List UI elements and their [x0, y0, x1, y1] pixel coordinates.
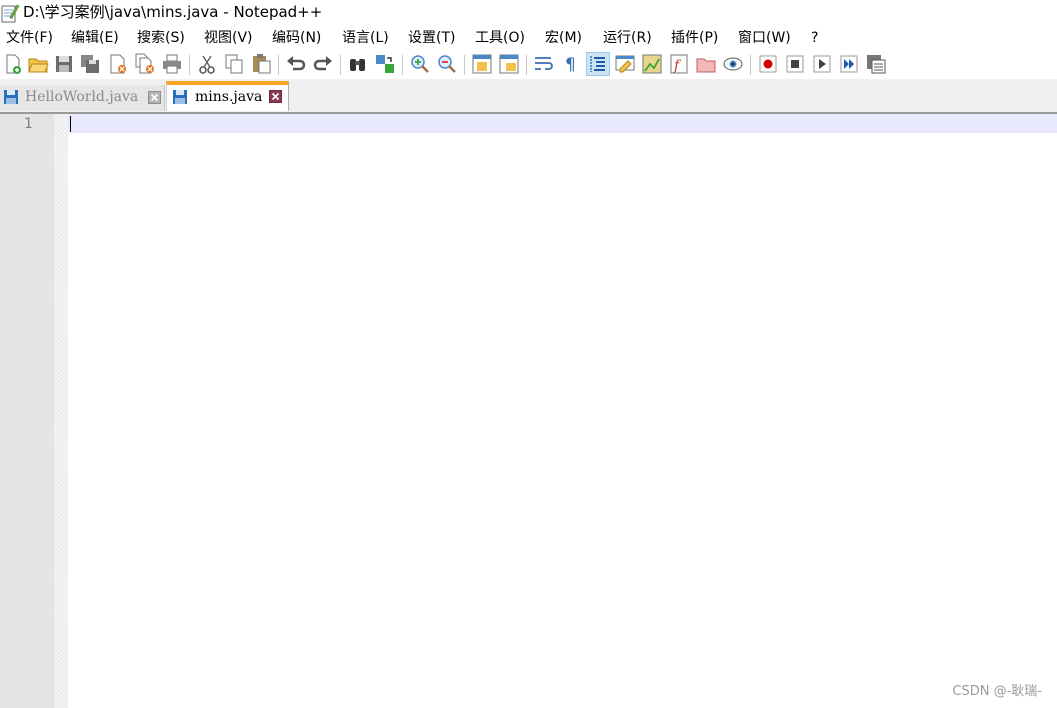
tab-mins[interactable]: mins.java: [166, 81, 289, 111]
folder-workspace-icon[interactable]: [695, 53, 717, 75]
tab-label: mins.java: [195, 89, 263, 105]
open-file-icon[interactable]: [27, 53, 49, 75]
function-list-icon[interactable]: f: [668, 53, 690, 75]
record-macro-icon[interactable]: [757, 53, 779, 75]
menu-language[interactable]: 语言(L): [342, 29, 389, 48]
caret: [70, 116, 71, 132]
menu-view[interactable]: 视图(V): [204, 29, 253, 48]
menu-encoding[interactable]: 编码(N): [272, 29, 321, 48]
menu-window[interactable]: 窗口(W): [738, 29, 791, 48]
undo-icon[interactable]: [285, 53, 307, 75]
save-icon[interactable]: [53, 53, 75, 75]
svg-text:¶: ¶: [565, 55, 576, 75]
line-number: 1: [24, 116, 33, 132]
menu-edit[interactable]: 编辑(E): [71, 29, 119, 48]
toolbar-separator: [340, 55, 341, 75]
new-file-icon[interactable]: [2, 53, 24, 75]
word-wrap-icon[interactable]: [533, 53, 555, 75]
text-area[interactable]: [68, 114, 1057, 708]
copy-icon[interactable]: [223, 53, 245, 75]
document-map-icon[interactable]: [641, 53, 663, 75]
close-all-icon[interactable]: [134, 53, 156, 75]
current-line-highlight: [68, 114, 1057, 133]
window-title: D:\学习案例\java\mins.java - Notepad++: [23, 3, 323, 21]
find-icon[interactable]: [347, 53, 369, 75]
menu-settings[interactable]: 设置(T): [408, 29, 455, 48]
toolbar-separator: [526, 55, 527, 75]
play-macro-icon[interactable]: [811, 53, 833, 75]
zoom-out-icon[interactable]: [436, 53, 458, 75]
toolbar-separator: [464, 55, 465, 75]
stop-macro-icon[interactable]: [784, 53, 806, 75]
print-icon[interactable]: [161, 53, 183, 75]
tab-close-icon[interactable]: [148, 91, 161, 104]
zoom-in-icon[interactable]: [409, 53, 431, 75]
menu-bar: 文件(F) 编辑(E) 搜索(S) 视图(V) 编码(N) 语言(L) 设置(T…: [0, 27, 1057, 50]
redo-icon[interactable]: [312, 53, 334, 75]
toolbar: ¶ f: [0, 50, 1057, 79]
tab-label: HelloWorld.java: [25, 89, 139, 105]
run-macro-multiple-icon[interactable]: [838, 53, 860, 75]
menu-search[interactable]: 搜索(S): [137, 29, 185, 48]
paste-icon[interactable]: [250, 53, 272, 75]
menu-macro[interactable]: 宏(M): [545, 29, 582, 48]
monitoring-icon[interactable]: [722, 53, 744, 75]
cut-icon[interactable]: [196, 53, 218, 75]
title-bar: D:\学习案例\java\mins.java - Notepad++: [0, 0, 1057, 27]
menu-run[interactable]: 运行(R): [603, 29, 652, 48]
show-all-characters-icon[interactable]: ¶: [560, 53, 582, 75]
sync-vertical-icon[interactable]: [471, 53, 493, 75]
save-macro-icon[interactable]: [865, 53, 887, 75]
save-all-icon[interactable]: [79, 53, 101, 75]
replace-icon[interactable]: [374, 53, 396, 75]
menu-help[interactable]: ?: [811, 29, 818, 48]
toolbar-separator: [278, 55, 279, 75]
menu-plugins[interactable]: 插件(P): [671, 29, 718, 48]
editor[interactable]: 1 CSDN @-耿瑞-: [0, 114, 1057, 708]
user-language-icon[interactable]: [614, 53, 636, 75]
saved-file-icon: [172, 89, 188, 105]
saved-file-icon: [3, 89, 19, 105]
toolbar-separator: [402, 55, 403, 75]
toolbar-separator: [189, 55, 190, 75]
tab-bar: HelloWorld.java mins.java: [0, 79, 1057, 112]
menu-file[interactable]: 文件(F): [6, 29, 53, 48]
tab-close-icon[interactable]: [269, 90, 282, 103]
fold-margin[interactable]: [54, 114, 68, 708]
sync-horizontal-icon[interactable]: [498, 53, 520, 75]
menu-tools[interactable]: 工具(O): [475, 29, 525, 48]
notepad-icon: [1, 3, 20, 23]
toolbar-separator: [750, 55, 751, 75]
close-icon[interactable]: [107, 53, 129, 75]
watermark: CSDN @-耿瑞-: [952, 684, 1042, 699]
line-number-gutter: 1: [0, 114, 54, 708]
indent-guide-icon[interactable]: [586, 52, 610, 76]
tab-helloworld[interactable]: HelloWorld.java: [0, 85, 165, 111]
